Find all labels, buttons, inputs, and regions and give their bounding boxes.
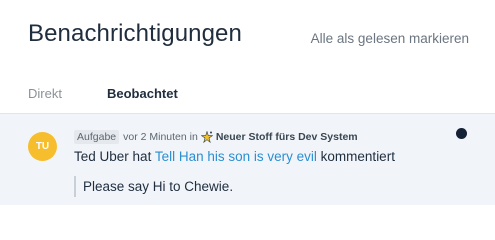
notification-time: vor 2 Minuten in: [123, 131, 198, 143]
action-text: kommentiert: [320, 149, 395, 164]
avatar: TU: [28, 132, 57, 161]
sparkle-star-icon: [200, 131, 213, 143]
notification-meta: Aufgabe vor 2 Minuten in Neuer Stoff für…: [74, 130, 358, 144]
verb-text: hat: [132, 149, 152, 164]
type-badge: Aufgabe: [74, 130, 120, 144]
tab-watched[interactable]: Beobachtet: [107, 86, 178, 101]
project-link[interactable]: Neuer Stoff fürs Dev System: [216, 131, 358, 143]
mark-all-read-link[interactable]: Alle als gelesen markieren: [311, 31, 469, 46]
notification-item[interactable]: TU Aufgabe vor 2 Minuten in Neuer Stoff …: [0, 113, 495, 205]
comment-quote: Please say Hi to Chewie.: [74, 176, 233, 197]
unread-indicator[interactable]: [456, 128, 467, 139]
page-title: Benachrichtigungen: [28, 20, 242, 47]
tab-direct[interactable]: Direkt: [28, 86, 62, 101]
task-link[interactable]: Tell Han his son is very evil: [155, 149, 317, 164]
notification-text: Ted Uber hat Tell Han his son is very ev…: [74, 149, 395, 164]
header: Benachrichtigungen Alle als gelesen mark…: [0, 0, 495, 70]
actor-name: Ted Uber: [74, 149, 129, 164]
tab-bar: Direkt Beobachtet: [0, 78, 495, 112]
